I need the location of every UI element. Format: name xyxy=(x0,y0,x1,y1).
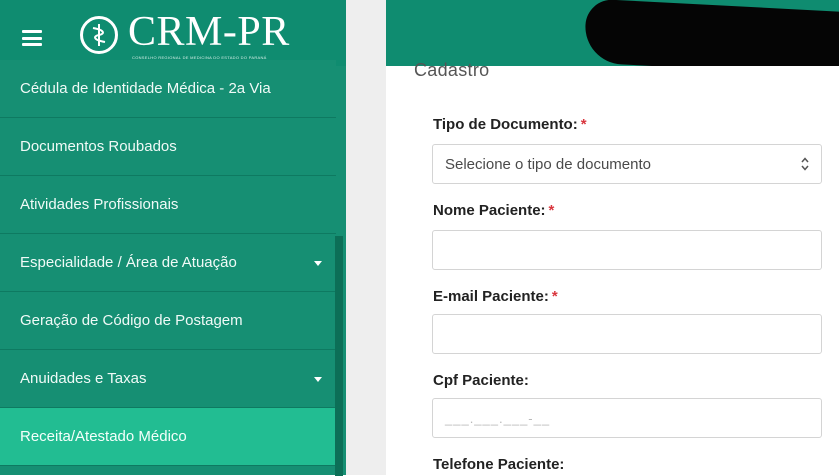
required-marker: * xyxy=(551,288,558,305)
tipo-documento-select[interactable]: Selecione o tipo de documento xyxy=(432,144,822,184)
cpf-mask-placeholder: ___.___.___-__ xyxy=(445,411,551,426)
sidebar-item-especialidade[interactable]: Especialidade / Área de Atuação xyxy=(0,234,336,292)
email-paciente-label: E-mail Paciente: * xyxy=(433,288,558,305)
sidebar-item-label: Receita/Atestado Médico xyxy=(20,428,187,445)
logo-text: CRM-PR xyxy=(128,9,290,55)
tipo-documento-label: Tipo de Documento: * xyxy=(433,116,587,133)
nome-paciente-input[interactable] xyxy=(432,230,822,270)
cpf-paciente-input[interactable]: ___.___.___-__ xyxy=(432,398,822,438)
sidebar-item-label: Atividades Profissionais xyxy=(20,196,179,213)
cpf-paciente-label: Cpf Paciente: xyxy=(433,372,529,389)
sidebar-item-label: Especialidade / Área de Atuação xyxy=(20,254,237,271)
caduceus-icon xyxy=(92,24,106,46)
select-arrows-icon xyxy=(801,157,809,171)
required-marker: * xyxy=(548,202,555,219)
sidebar: Cédula de Identidade Médica - 2a Via Doc… xyxy=(0,60,346,476)
email-paciente-input[interactable] xyxy=(432,314,822,354)
sidebar-item-label: Cédula de Identidade Médica - 2a Via xyxy=(20,80,271,97)
telefone-paciente-label: Telefone Paciente: xyxy=(433,456,565,473)
sidebar-item-label: Geração de Código de Postagem xyxy=(20,312,243,329)
sidebar-item-label: Anuidades e Taxas xyxy=(20,370,147,387)
sidebar-item-cedula[interactable]: Cédula de Identidade Médica - 2a Via xyxy=(0,60,336,118)
chevron-down-icon xyxy=(314,376,322,382)
sidebar-item-receita[interactable]: Receita/Atestado Médico xyxy=(0,408,336,466)
sidebar-item-atividades[interactable]: Atividades Profissionais xyxy=(0,176,336,234)
sidebar-item-anuidades[interactable]: Anuidades e Taxas xyxy=(0,350,336,408)
chevron-down-icon xyxy=(314,260,322,266)
hamburger-menu-icon[interactable] xyxy=(22,30,42,46)
sidebar-item-codigo-postagem[interactable]: Geração de Código de Postagem xyxy=(0,292,336,350)
main-content: Cadastro Tipo de Documento: * Selecione o… xyxy=(386,60,839,475)
sidebar-scrollbar[interactable] xyxy=(335,236,343,476)
sidebar-item-label: Documentos Roubados xyxy=(20,138,177,155)
nome-paciente-label: Nome Paciente: * xyxy=(433,202,555,219)
section-title: Cadastro xyxy=(414,60,490,80)
crm-seal-logo-icon xyxy=(80,16,118,54)
top-header: CRM-PR CONSELHO REGIONAL DE MEDICINA DO … xyxy=(0,0,839,78)
content-gutter xyxy=(346,0,386,475)
select-value: Selecione o tipo de documento xyxy=(445,155,651,173)
required-marker: * xyxy=(580,116,587,133)
sidebar-item-documentos-roubados[interactable]: Documentos Roubados xyxy=(0,118,336,176)
